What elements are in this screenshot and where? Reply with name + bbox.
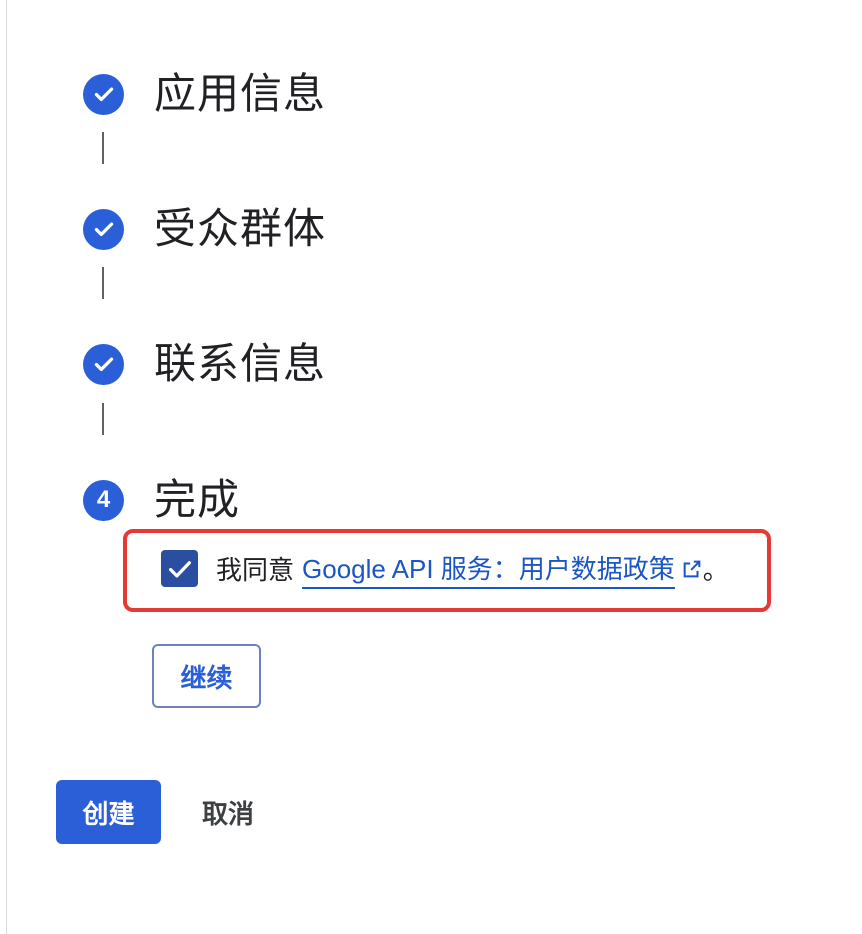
step-contact-info[interactable]: 联系信息: [83, 343, 326, 385]
check-icon: [83, 208, 124, 250]
check-icon: [83, 73, 124, 115]
step-connector: [102, 267, 104, 299]
agreement-prefix: 我同意: [216, 556, 295, 586]
step-number: 4: [96, 486, 111, 513]
step-audience[interactable]: 受众群体: [83, 208, 326, 250]
step-title: 应用信息: [154, 69, 327, 118]
step-app-info[interactable]: 应用信息: [83, 73, 326, 115]
check-icon: [83, 343, 124, 385]
step-title: 完成: [154, 475, 241, 524]
user-data-policy-link[interactable]: Google API 服务：用户数据政策: [302, 549, 675, 589]
link-label: Google API 服务：用户数据政策: [302, 553, 675, 584]
cancel-button[interactable]: 取消: [186, 780, 270, 844]
create-button[interactable]: 创建: [56, 780, 161, 844]
agreement-text: 我同意 Google API 服务：用户数据政策 。: [216, 549, 729, 589]
step-title: 联系信息: [154, 339, 327, 388]
agreement-suffix: 。: [702, 556, 729, 586]
panel-left-border: [6, 0, 7, 934]
agree-checkbox[interactable]: [161, 550, 198, 587]
continue-button[interactable]: 继续: [152, 644, 261, 708]
step-finish[interactable]: 4 完成: [83, 479, 240, 521]
step-title: 受众群体: [154, 204, 327, 253]
step-connector: [102, 403, 104, 435]
open-in-new-icon[interactable]: [681, 558, 703, 580]
step-number-badge: 4: [83, 479, 124, 521]
step-connector: [102, 132, 104, 164]
checkmark-icon: [168, 560, 191, 577]
